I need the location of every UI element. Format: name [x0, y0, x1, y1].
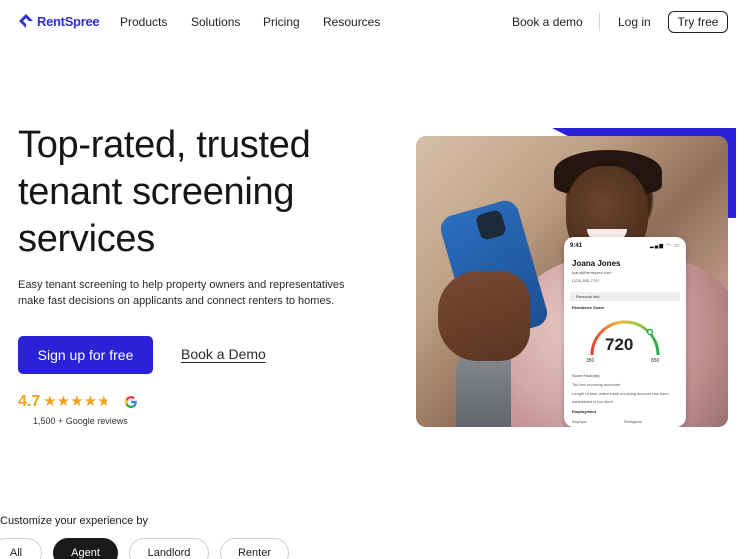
photo-hand	[438, 271, 530, 361]
rating-value: 4.7	[18, 393, 41, 410]
score-factor: Too few revolving accounts	[572, 382, 621, 387]
try-free-button[interactable]: Try free	[668, 11, 728, 33]
book-demo-link[interactable]: Book a Demo	[181, 346, 266, 362]
nav-login[interactable]: Log in	[618, 15, 651, 29]
nav-divider	[599, 13, 600, 31]
employer-value: Rentsgreen	[624, 420, 643, 424]
score-factor: established is too short	[572, 399, 613, 404]
residence-score-label: Residence Score	[572, 305, 605, 310]
signup-button[interactable]: Sign up for free	[18, 336, 153, 374]
top-nav: RentSpree Products Solutions Pricing Res…	[0, 0, 745, 44]
filter-renter[interactable]: Renter	[220, 538, 289, 559]
hero-title: Top-rated, trusted tenant screening serv…	[18, 124, 311, 260]
nav-solutions[interactable]: Solutions	[191, 15, 240, 29]
nav-products[interactable]: Products	[120, 15, 167, 29]
score-min: 350	[586, 358, 595, 364]
star-icon: ★	[43, 393, 57, 410]
rating: 4.7 ★ ★ ★ ★ ★	[18, 393, 138, 411]
half-star-icon: ★	[97, 393, 111, 410]
screening-report-card: 9:41 ▂▄▆ ◠ ▭ Joana Jones joana@rentspree…	[564, 237, 686, 427]
filter-all[interactable]: All	[0, 538, 42, 559]
score-factor: Length of time oldest bank revolving acc…	[572, 391, 669, 396]
employer-column: Employer	[572, 420, 587, 424]
brand-name: RentSpree	[37, 13, 100, 29]
credit-score: 720	[605, 335, 634, 354]
google-icon	[124, 396, 137, 408]
star-icon: ★	[56, 393, 71, 410]
rentspree-logo-icon	[19, 14, 33, 28]
filter-agent[interactable]: Agent	[53, 538, 118, 559]
hero-photo: 9:41 ▂▄▆ ◠ ▭ Joana Jones joana@rentspree…	[416, 136, 728, 427]
nav-book-demo[interactable]: Book a demo	[512, 15, 583, 29]
score-factors-label: Score Factor(s)	[572, 373, 600, 378]
hero-image: 9:41 ▂▄▆ ◠ ▭ Joana Jones joana@rentspree…	[416, 128, 736, 428]
nav-resources[interactable]: Resources	[323, 15, 380, 29]
score-max: 850	[651, 358, 660, 364]
nav-pricing[interactable]: Pricing	[263, 15, 300, 29]
customize-title: Customize your experience by	[0, 515, 148, 527]
applicant-name: Joana Jones	[572, 259, 621, 268]
star-icon: ★	[70, 393, 84, 410]
employment-label: Employment	[572, 409, 597, 414]
star-icon: ★	[83, 393, 98, 410]
filter-landlord[interactable]: Landlord	[129, 538, 209, 559]
rentspree-logo[interactable]: RentSpree	[18, 13, 100, 29]
status-icons: ▂▄▆ ◠ ▭	[649, 243, 680, 249]
review-count: 1,500 + Google reviews	[33, 416, 128, 426]
applicant-phone: (323)-555-7757	[572, 278, 600, 283]
star-rating: ★ ★ ★ ★ ★	[43, 393, 110, 411]
applicant-email: joana@rentspree.com	[572, 270, 612, 275]
hero-subtitle: Easy tenant screening to help property o…	[18, 279, 345, 307]
personal-info-tab: Personal Info	[570, 292, 680, 301]
card-time: 9:41	[570, 243, 583, 249]
